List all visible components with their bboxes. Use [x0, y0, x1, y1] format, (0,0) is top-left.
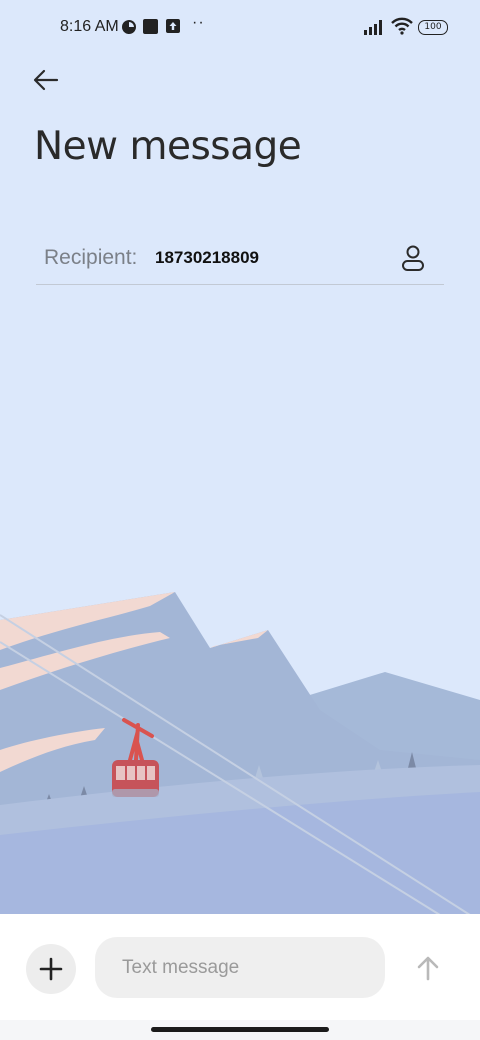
battery-icon: 100: [418, 20, 448, 35]
stop-icon: [143, 19, 158, 34]
message-input[interactable]: [95, 937, 385, 998]
recipient-label: Recipient:: [44, 246, 138, 269]
arrow-left-icon: [33, 69, 59, 91]
recipient-value[interactable]: 18730218809: [155, 248, 259, 268]
more-notifications: ··: [192, 14, 205, 31]
navigation-bar: [0, 1020, 480, 1040]
status-bar: 8:16 AM ·· 100: [0, 0, 480, 56]
person-icon: [402, 245, 424, 271]
wifi-icon: [391, 17, 413, 35]
back-button[interactable]: [28, 64, 64, 96]
recipient-field[interactable]: Recipient: 18730218809: [36, 236, 444, 285]
choose-contact-button[interactable]: [398, 243, 428, 273]
signal-icon: [364, 20, 382, 35]
send-button[interactable]: [410, 950, 446, 986]
arrow-up-icon: [417, 956, 439, 981]
add-attachment-button[interactable]: [26, 944, 76, 994]
home-indicator[interactable]: [151, 1027, 329, 1032]
upload-icon: [166, 19, 180, 33]
page-title: New message: [34, 124, 302, 169]
mountain-illustration: [0, 592, 480, 915]
message-composer: [0, 914, 480, 1020]
notification-icon: [122, 20, 136, 34]
plus-icon: [39, 957, 63, 981]
status-time: 8:16 AM: [60, 18, 119, 35]
